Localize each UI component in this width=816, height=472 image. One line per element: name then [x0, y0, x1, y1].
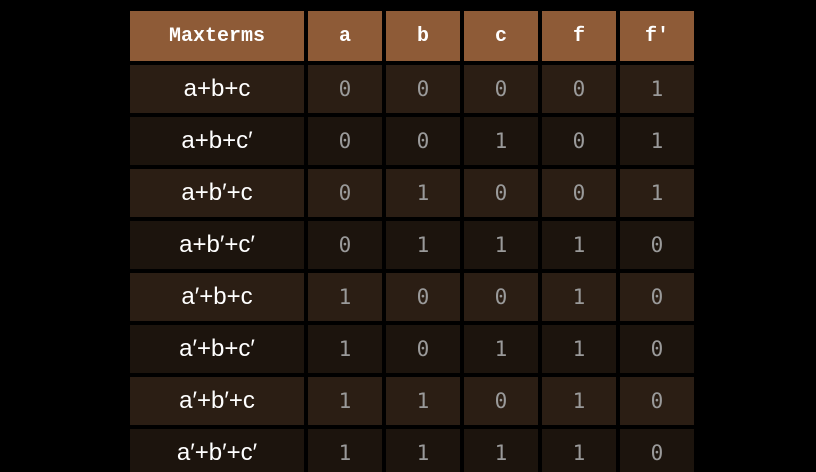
c-cell: 1	[464, 221, 538, 269]
f-prime-cell: 0	[620, 273, 694, 321]
f-cell: 0	[542, 169, 616, 217]
table-row: a′+b+c′ 1 0 1 1 0	[130, 325, 694, 373]
maxterm-cell: a+b+c	[130, 65, 304, 113]
f-prime-cell: 0	[620, 429, 694, 472]
b-cell: 0	[386, 273, 460, 321]
table-row: a′+b+c 1 0 0 1 0	[130, 273, 694, 321]
table-row: a+b+c 0 0 0 0 1	[130, 65, 694, 113]
header-c: c	[464, 11, 538, 61]
f-prime-cell: 0	[620, 377, 694, 425]
f-prime-cell: 0	[620, 325, 694, 373]
c-cell: 1	[464, 429, 538, 472]
page: Maxterms a b c f f′ a+b+c 0 0 0 0 1 a+b+…	[0, 0, 816, 472]
f-cell: 0	[542, 65, 616, 113]
header-f-prime: f′	[620, 11, 694, 61]
f-cell: 1	[542, 325, 616, 373]
a-cell: 1	[308, 429, 382, 472]
b-cell: 1	[386, 221, 460, 269]
maxterms-truth-table: Maxterms a b c f f′ a+b+c 0 0 0 0 1 a+b+…	[126, 7, 698, 472]
b-cell: 0	[386, 325, 460, 373]
a-cell: 0	[308, 169, 382, 217]
f-cell: 0	[542, 117, 616, 165]
table-header-row: Maxterms a b c f f′	[130, 11, 694, 61]
c-cell: 0	[464, 65, 538, 113]
header-b: b	[386, 11, 460, 61]
a-cell: 1	[308, 325, 382, 373]
f-cell: 1	[542, 221, 616, 269]
b-cell: 1	[386, 377, 460, 425]
maxterm-cell: a′+b′+c′	[130, 429, 304, 472]
maxterm-cell: a′+b′+c	[130, 377, 304, 425]
f-prime-cell: 0	[620, 221, 694, 269]
maxterm-cell: a′+b+c	[130, 273, 304, 321]
f-prime-cell: 1	[620, 65, 694, 113]
maxterm-cell: a+b′+c	[130, 169, 304, 217]
table-row: a′+b′+c′ 1 1 1 1 0	[130, 429, 694, 472]
f-cell: 1	[542, 377, 616, 425]
b-cell: 1	[386, 429, 460, 472]
c-cell: 0	[464, 377, 538, 425]
c-cell: 1	[464, 325, 538, 373]
header-maxterms: Maxterms	[130, 11, 304, 61]
c-cell: 0	[464, 169, 538, 217]
maxterm-cell: a′+b+c′	[130, 325, 304, 373]
a-cell: 0	[308, 65, 382, 113]
table-row: a+b′+c 0 1 0 0 1	[130, 169, 694, 217]
b-cell: 0	[386, 117, 460, 165]
maxterm-cell: a+b′+c′	[130, 221, 304, 269]
table-row: a+b+c′ 0 0 1 0 1	[130, 117, 694, 165]
f-prime-cell: 1	[620, 169, 694, 217]
f-cell: 1	[542, 273, 616, 321]
a-cell: 0	[308, 221, 382, 269]
f-prime-cell: 1	[620, 117, 694, 165]
a-cell: 1	[308, 377, 382, 425]
maxterm-cell: a+b+c′	[130, 117, 304, 165]
b-cell: 0	[386, 65, 460, 113]
f-cell: 1	[542, 429, 616, 472]
a-cell: 0	[308, 117, 382, 165]
header-a: a	[308, 11, 382, 61]
b-cell: 1	[386, 169, 460, 217]
c-cell: 1	[464, 117, 538, 165]
c-cell: 0	[464, 273, 538, 321]
table-row: a′+b′+c 1 1 0 1 0	[130, 377, 694, 425]
table-row: a+b′+c′ 0 1 1 1 0	[130, 221, 694, 269]
header-f: f	[542, 11, 616, 61]
a-cell: 1	[308, 273, 382, 321]
